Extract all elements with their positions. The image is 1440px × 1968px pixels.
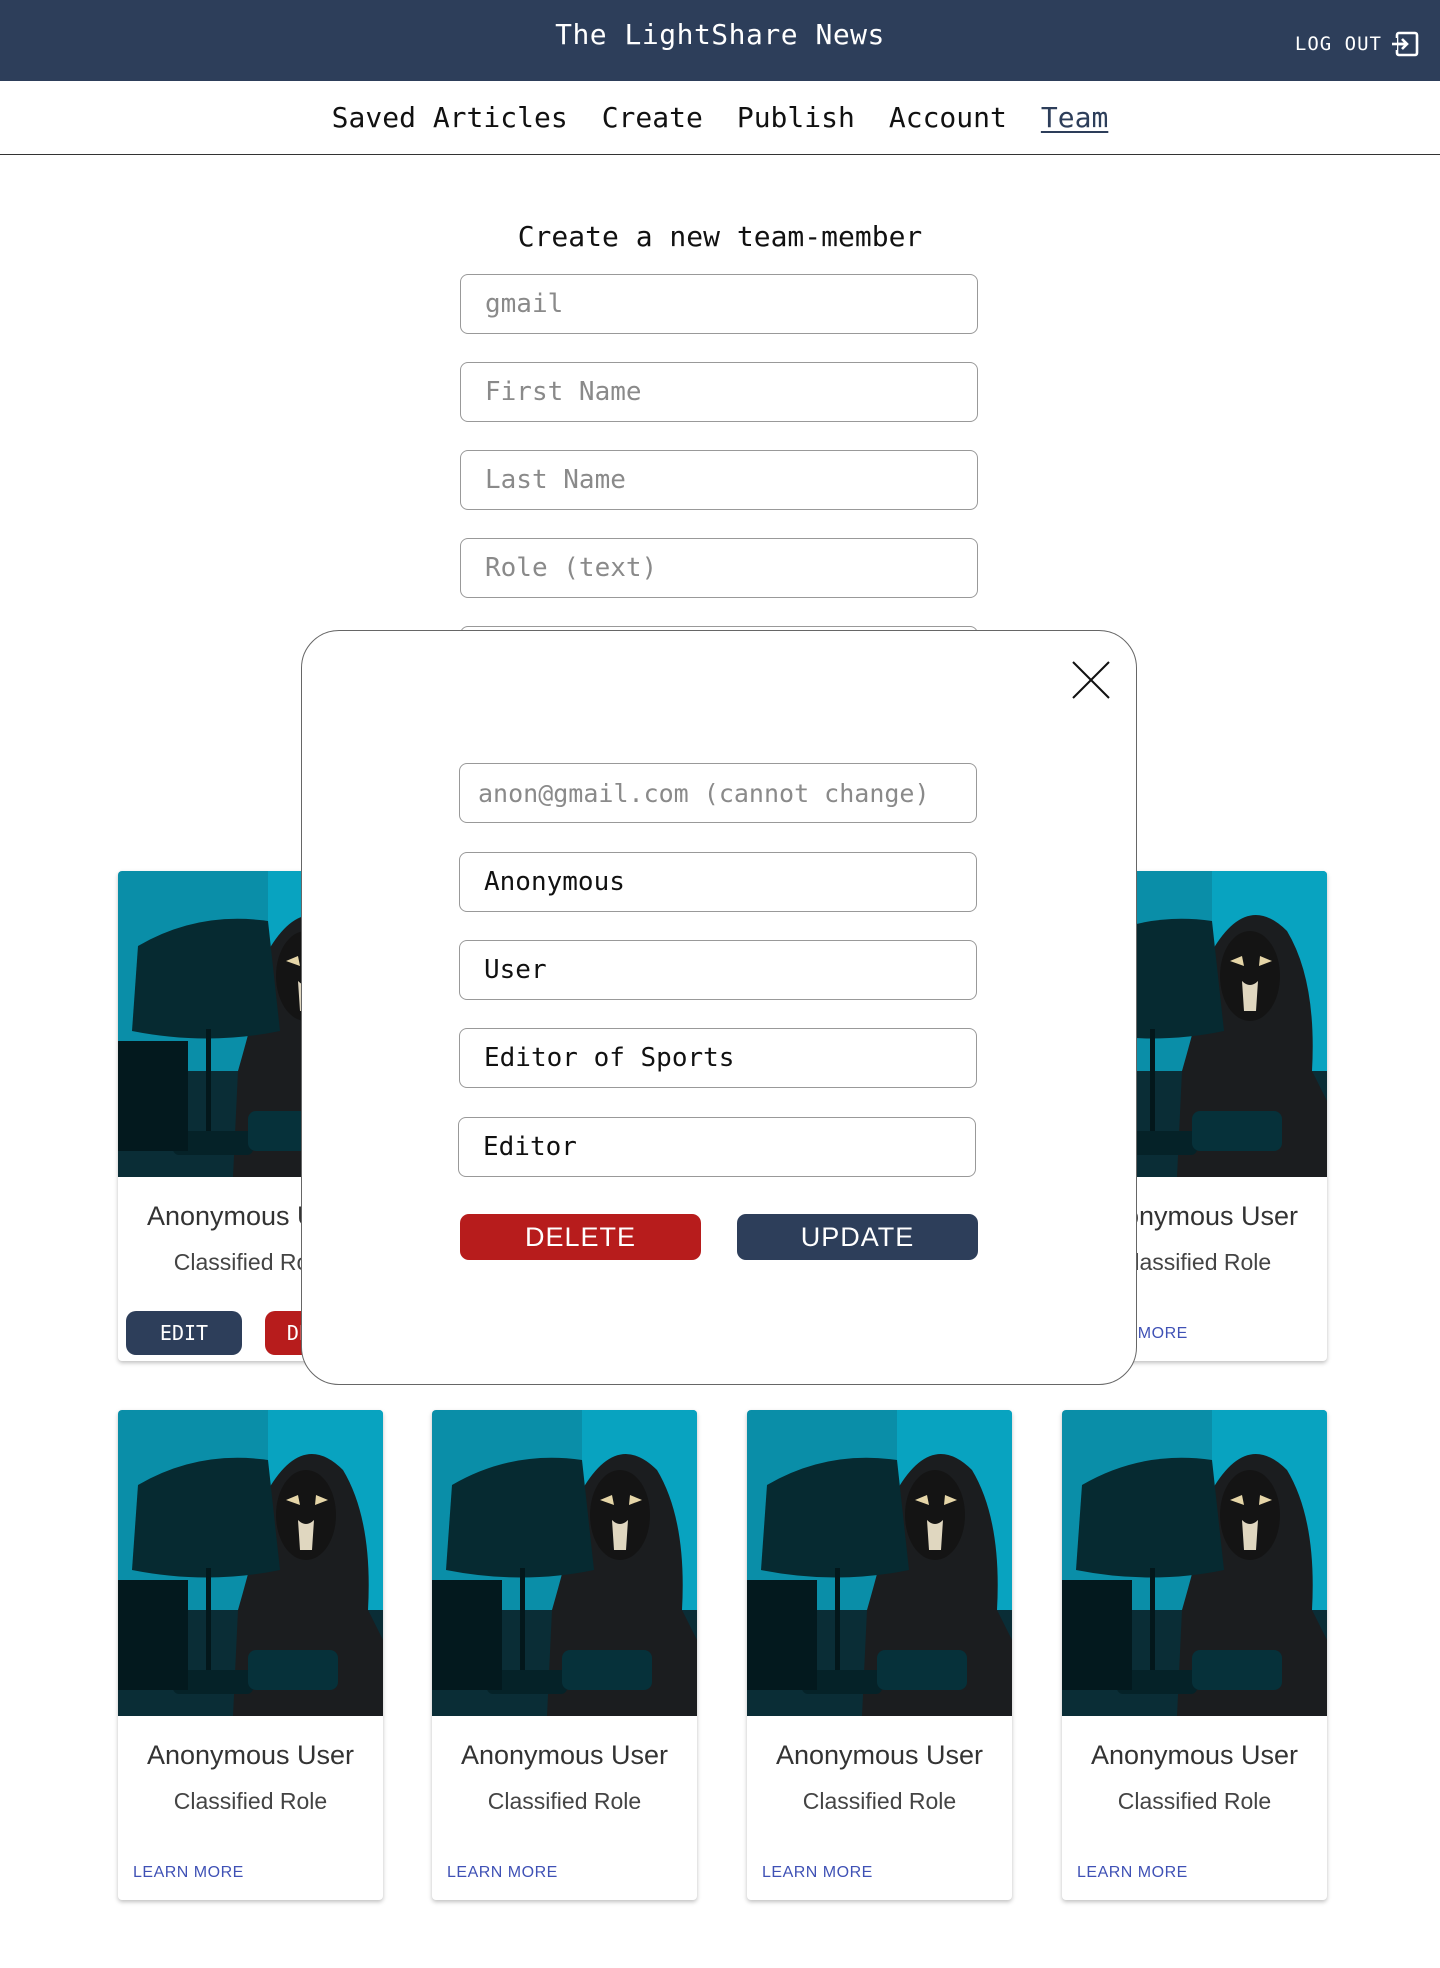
main-nav: Saved Articles Create Publish Account Te… bbox=[0, 81, 1440, 155]
nav-saved-articles[interactable]: Saved Articles bbox=[332, 101, 568, 134]
learn-more-link[interactable]: LEARN MORE bbox=[447, 1864, 558, 1882]
role-field[interactable] bbox=[459, 1028, 977, 1088]
top-bar: The LightShare News LOG OUT bbox=[0, 0, 1440, 81]
last-name-field[interactable] bbox=[459, 940, 977, 1000]
learn-more-link[interactable]: LEARN MORE bbox=[1077, 1864, 1188, 1882]
member-role: Classified Role bbox=[487, 1788, 642, 1814]
close-icon[interactable] bbox=[1069, 658, 1113, 702]
logout-label: LOG OUT bbox=[1294, 33, 1382, 55]
learn-more-link[interactable]: LEARN MORE bbox=[133, 1864, 244, 1882]
update-button[interactable]: UPDATE bbox=[737, 1214, 978, 1260]
create-form-title: Create a new team-member bbox=[517, 220, 923, 253]
nav-account[interactable]: Account bbox=[889, 101, 1007, 134]
first-name-input[interactable] bbox=[460, 362, 978, 422]
learn-more-link[interactable]: LEARN MORE bbox=[762, 1864, 873, 1882]
member-photo bbox=[118, 1410, 383, 1716]
nav-create[interactable]: Create bbox=[602, 101, 703, 134]
member-role: Classified Role bbox=[173, 1788, 328, 1814]
member-name: Anonymous User bbox=[775, 1740, 984, 1770]
nav-team[interactable]: Team bbox=[1041, 101, 1108, 134]
team-card: Anonymous User Classified Role LEARN MOR… bbox=[432, 1410, 697, 1900]
permission-field[interactable] bbox=[458, 1117, 976, 1177]
edit-member-modal: DELETE UPDATE bbox=[301, 630, 1137, 1385]
team-card: Anonymous User Classified Role LEARN MOR… bbox=[747, 1410, 1012, 1900]
member-photo bbox=[432, 1410, 697, 1716]
member-photo bbox=[1062, 1410, 1327, 1716]
last-name-input[interactable] bbox=[460, 450, 978, 510]
member-name: Anonymous User bbox=[460, 1740, 669, 1770]
team-card: Anonymous User Classified Role LEARN MOR… bbox=[1062, 1410, 1327, 1900]
logout-button[interactable]: LOG OUT bbox=[1295, 30, 1420, 58]
member-role: Classified Role bbox=[1117, 1788, 1272, 1814]
logout-icon bbox=[1392, 31, 1419, 57]
team-card: Anonymous User Classified Role LEARN MOR… bbox=[118, 1410, 383, 1900]
edit-button[interactable]: EDIT bbox=[126, 1311, 242, 1355]
email-field[interactable] bbox=[459, 763, 977, 823]
role-input[interactable] bbox=[460, 538, 978, 598]
member-role: Classified Role bbox=[802, 1788, 957, 1814]
member-name: Anonymous User bbox=[1090, 1740, 1299, 1770]
member-name: Anonymous User bbox=[146, 1740, 355, 1770]
site-title: The LightShare News bbox=[555, 18, 885, 51]
nav-publish[interactable]: Publish bbox=[737, 101, 855, 134]
gmail-input[interactable] bbox=[460, 274, 978, 334]
member-photo bbox=[747, 1410, 1012, 1716]
first-name-field[interactable] bbox=[459, 852, 977, 912]
delete-button[interactable]: DELETE bbox=[460, 1214, 701, 1260]
